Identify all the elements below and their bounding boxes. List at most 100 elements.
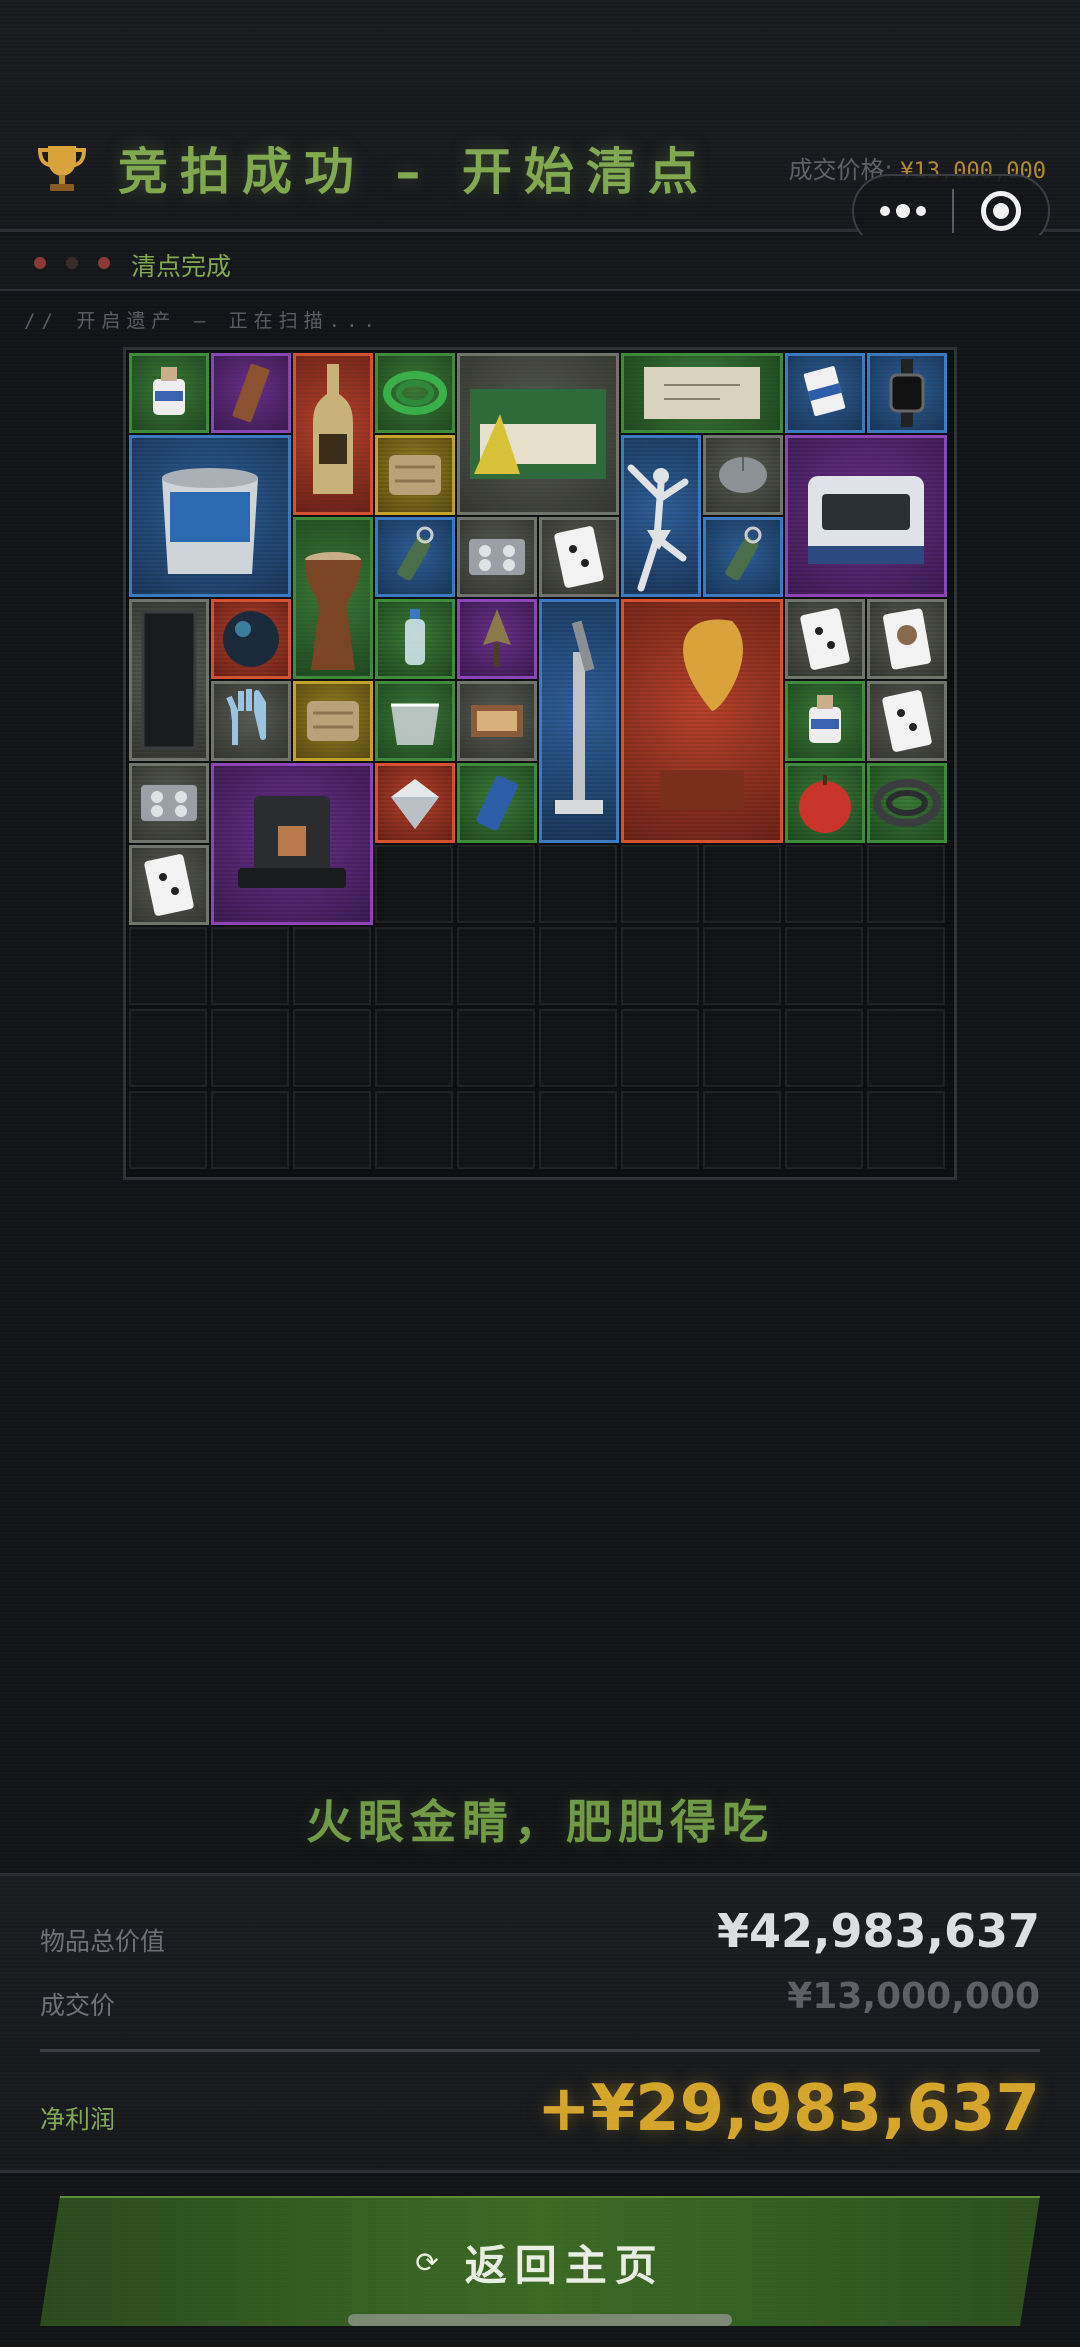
item-glass-orb[interactable] [211,599,291,679]
empty-slot [457,1009,535,1087]
item-old-parchment[interactable] [621,353,783,433]
cigarette-pack-icon [803,366,846,417]
empty-slot [785,845,863,923]
pill-tray-icon [141,785,197,821]
deal-price-row-label: 成交价 [40,1991,116,2020]
header: 竞拍成功 – 开始清点 成交价格: ¥13,000,000 [0,0,1080,248]
empty-slot [867,927,945,1005]
item-cigarette-pack[interactable] [785,353,865,433]
empty-slot [129,927,207,1005]
item-plastic-bag[interactable] [375,681,455,761]
item-microscope[interactable] [539,599,619,843]
item-coffee-machine[interactable] [211,763,373,925]
water-bottle-icon [405,609,425,665]
item-rubber-gloves[interactable] [211,681,291,761]
rubber-gloves-icon [226,689,266,745]
grain-bag-icon [307,701,359,741]
item-black-panel[interactable] [129,599,209,761]
matchbox-icon [471,705,523,737]
item-flashlight[interactable] [703,517,783,597]
battery-can-icon [476,775,518,831]
return-home-button[interactable]: ⟳ 返回主页 [40,2196,1040,2326]
empty-slot [703,927,781,1005]
empty-slot [293,1009,371,1087]
empty-slot [211,1091,289,1169]
item-battery-can[interactable] [457,763,537,843]
item-gramophone[interactable] [621,599,783,843]
dot-icon [916,206,926,216]
item-playing-card[interactable] [539,517,619,597]
item-djembe-drum[interactable] [293,517,373,679]
lab-shaker-icon [808,476,924,564]
empty-slot [539,927,617,1005]
candle-box-icon [470,389,606,479]
djembe-drum-icon [305,552,361,670]
status-dot [98,257,110,269]
black-panel-icon [141,610,197,750]
status-dot [34,257,46,269]
item-coiled-cable[interactable] [867,763,947,843]
green-hose-icon [383,371,447,415]
net-profit-value: +¥29,983,637 [536,2072,1040,2146]
item-chocolate-bar[interactable] [211,353,291,433]
coffee-machine-icon [238,796,346,888]
item-flashlight[interactable] [375,517,455,597]
close-miniprogram-button[interactable] [954,191,1048,231]
empty-slot [785,927,863,1005]
item-spearhead[interactable] [457,599,537,679]
item-glue-bottle[interactable] [785,681,865,761]
item-green-hose[interactable] [375,353,455,433]
total-value-label: 物品总价值 [40,1927,166,1956]
champagne-bottle-icon [313,364,353,494]
home-indicator [348,2314,732,2326]
empty-slot [211,927,289,1005]
flashlight-icon [725,526,762,581]
item-playing-card[interactable] [785,599,865,679]
chocolate-bar-icon [232,363,270,423]
empty-slot [621,1091,699,1169]
item-matchbox[interactable] [457,681,537,761]
summary-panel: 物品总价值 ¥42,983,637 成交价 ¥13,000,000 净利润 +¥… [0,1873,1080,2173]
refresh-icon: ⟳ [415,2245,439,2279]
item-ballerina-statue[interactable] [621,435,701,597]
item-grain-bag[interactable] [375,435,455,515]
scan-status-text: // 开启遗产 – 正在扫描... [24,310,381,332]
item-smartwatch[interactable] [867,353,947,433]
item-candle-box[interactable] [457,353,619,515]
empty-slot [375,927,453,1005]
red-apple-icon [799,775,851,833]
flashlight-icon [397,526,434,581]
dot-icon [880,206,890,216]
computer-mouse-icon [719,457,767,493]
slogan: 火眼金睛，肥肥得吃 [306,1795,774,1849]
empty-slot [621,927,699,1005]
item-pill-tray[interactable] [457,517,537,597]
empty-slot [457,927,535,1005]
item-glue-bottle[interactable] [129,353,209,433]
status-dot [66,257,78,269]
item-red-apple[interactable] [785,763,865,843]
status-text: 清点完成 [131,252,232,281]
item-champagne-bottle[interactable] [293,353,373,515]
item-playing-card[interactable] [867,681,947,761]
grain-bag-icon [389,455,441,495]
item-grain-bag[interactable] [293,681,373,761]
item-portrait-card[interactable] [867,599,947,679]
total-value: ¥42,983,637 [716,1904,1040,1958]
empty-slot [457,1091,535,1169]
item-water-bottle[interactable] [375,599,455,679]
item-paint-bucket[interactable] [129,435,291,597]
item-lab-shaker[interactable] [785,435,947,597]
diamond-icon [391,779,439,829]
item-diamond[interactable] [375,763,455,843]
deal-price-row-value: ¥13,000,000 [787,1976,1040,2017]
net-profit-label: 净利润 [40,2105,116,2134]
item-playing-card[interactable] [129,845,209,925]
target-icon [981,191,1021,231]
item-computer-mouse[interactable] [703,435,783,515]
portrait-card-icon [883,608,931,670]
glue-bottle-icon [153,367,185,415]
empty-slot [867,845,945,923]
playing-card-icon [800,608,850,670]
item-pill-tray[interactable] [129,763,209,843]
